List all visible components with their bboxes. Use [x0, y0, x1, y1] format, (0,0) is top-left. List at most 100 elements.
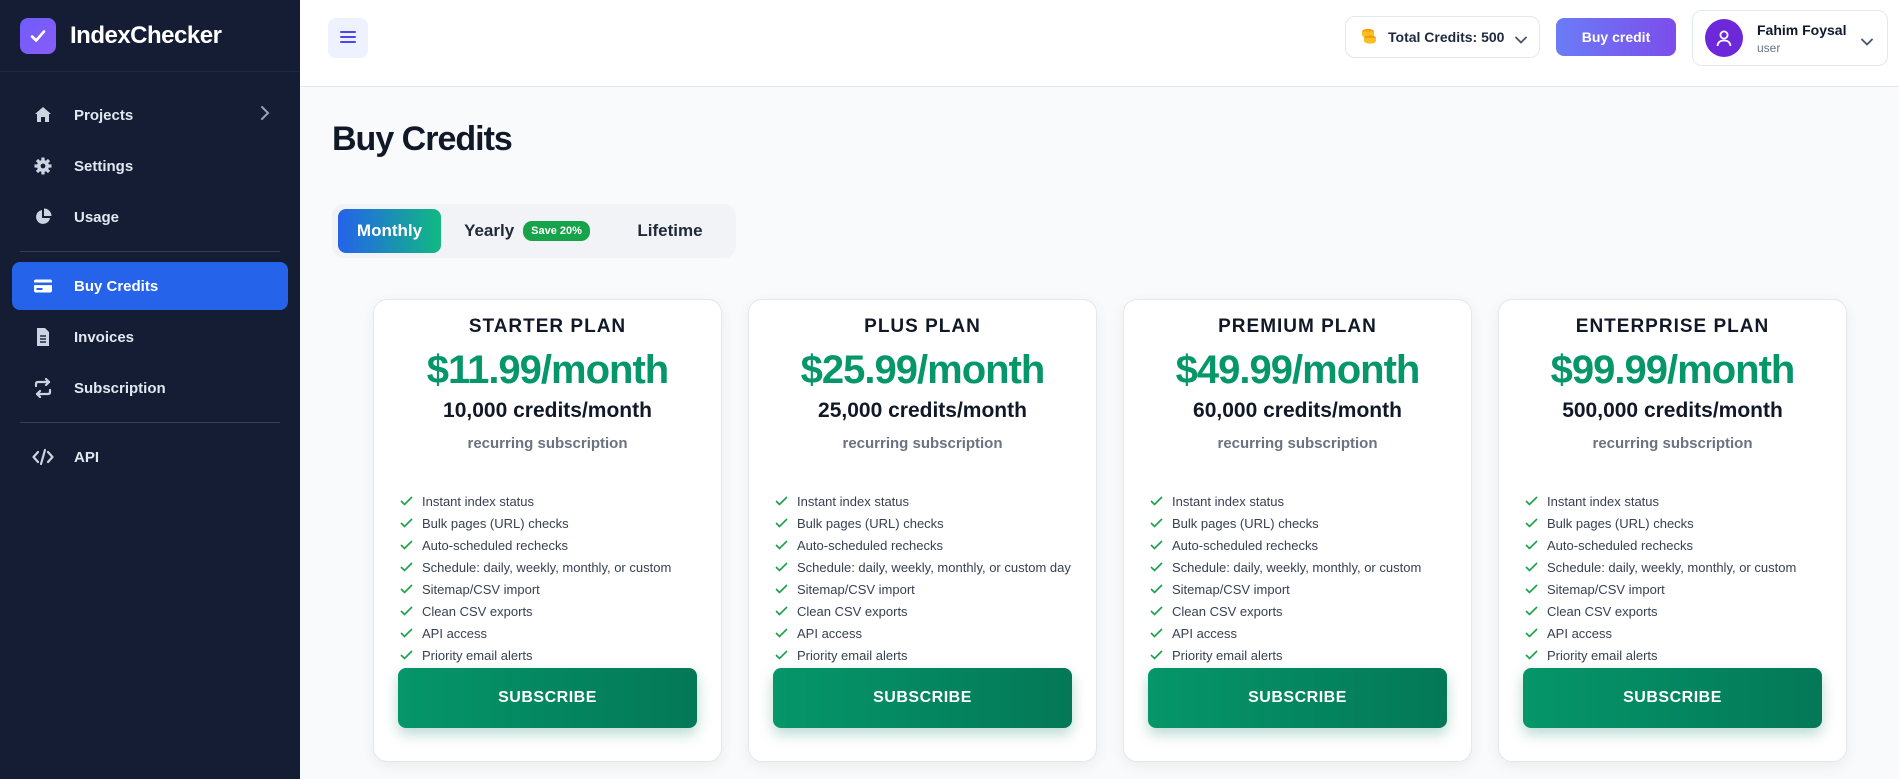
plan-billing: recurring subscription: [467, 435, 628, 452]
sidebar-item-api[interactable]: API: [12, 433, 288, 481]
tab-yearly[interactable]: Yearly Save 20%: [452, 209, 602, 253]
sidebar-item-usage[interactable]: Usage: [12, 193, 288, 241]
check-icon: [400, 517, 413, 530]
feature-item: Auto-scheduled rechecks: [1150, 534, 1471, 556]
sidebar-item-label: Buy Credits: [74, 277, 159, 295]
sidebar-item-invoices[interactable]: Invoices: [12, 313, 288, 361]
tab-lifetime[interactable]: Lifetime: [630, 209, 710, 253]
check-icon: [400, 649, 413, 662]
sidebar-item-projects[interactable]: Projects: [12, 91, 288, 139]
check-icon: [1150, 561, 1163, 574]
brand[interactable]: IndexChecker: [0, 0, 300, 72]
plan-name: ENTERPRISE PLAN: [1575, 316, 1770, 337]
feature-item: Priority email alerts: [1150, 644, 1471, 666]
sidebar-item-buy-credits[interactable]: Buy Credits: [12, 262, 288, 310]
nav-divider: [20, 251, 280, 252]
chevron-down-icon: [1861, 33, 1873, 51]
feature-item: API access: [1525, 622, 1846, 644]
sidebar-item-label: Usage: [74, 208, 120, 226]
feature-text: Auto-scheduled rechecks: [422, 537, 568, 553]
plan-name: PREMIUM PLAN: [1218, 316, 1377, 337]
feature-item: Bulk pages (URL) checks: [775, 512, 1096, 534]
plan-card-plus: PLUS PLAN $25.99/month 25,000 credits/mo…: [748, 299, 1097, 762]
feature-item: Priority email alerts: [775, 644, 1096, 666]
check-icon: [775, 605, 788, 618]
tab-label: Lifetime: [637, 221, 703, 240]
sidebar-item-settings[interactable]: Settings: [12, 142, 288, 190]
feature-item: Bulk pages (URL) checks: [1150, 512, 1471, 534]
check-icon: [1525, 517, 1538, 530]
credit-card-icon: [32, 275, 54, 297]
feature-text: Sitemap/CSV import: [1172, 581, 1290, 597]
top-bar: Total Credits: 500 Buy credit Fahim Foys…: [300, 0, 1899, 87]
feature-item: Clean CSV exports: [1525, 600, 1846, 622]
user-menu[interactable]: Fahim Foysal user: [1692, 10, 1888, 66]
check-icon: [1525, 605, 1538, 618]
sidebar: IndexChecker Projects Settings Usage Buy…: [0, 0, 300, 779]
feature-list: Instant index status Bulk pages (URL) ch…: [374, 490, 721, 666]
feature-text: Schedule: daily, weekly, monthly, or cus…: [422, 559, 672, 575]
feature-item: Sitemap/CSV import: [775, 578, 1096, 600]
home-icon: [32, 104, 54, 126]
sidebar-item-subscription[interactable]: Subscription: [12, 364, 288, 412]
gear-icon: [32, 155, 54, 177]
user-role: user: [1757, 40, 1781, 55]
feature-item: API access: [1150, 622, 1471, 644]
feature-item: Clean CSV exports: [400, 600, 721, 622]
feature-text: Bulk pages (URL) checks: [1547, 515, 1694, 531]
plan-billing: recurring subscription: [842, 435, 1003, 452]
plan-card-starter: STARTER PLAN $11.99/month 10,000 credits…: [373, 299, 722, 762]
check-icon: [1525, 561, 1538, 574]
sidebar-item-label: API: [74, 448, 100, 466]
nav-divider: [20, 422, 280, 423]
feature-text: Clean CSV exports: [797, 603, 908, 619]
tab-label: Monthly: [356, 221, 423, 240]
feature-item: Instant index status: [1525, 490, 1846, 512]
check-icon: [1150, 583, 1163, 596]
check-icon: [1525, 583, 1538, 596]
subscribe-button[interactable]: SUBSCRIBE: [398, 668, 697, 728]
feature-text: Instant index status: [422, 493, 535, 509]
subscribe-button[interactable]: SUBSCRIBE: [773, 668, 1072, 728]
feature-text: Priority email alerts: [1172, 647, 1283, 663]
user-name: Fahim Foysal: [1757, 21, 1847, 38]
sidebar-item-label: Subscription: [74, 379, 166, 397]
feature-text: Clean CSV exports: [1172, 603, 1283, 619]
feature-item: Schedule: daily, weekly, monthly, or cus…: [400, 556, 721, 578]
check-icon: [775, 627, 788, 640]
feature-text: Sitemap/CSV import: [422, 581, 540, 597]
page-title: Buy Credits: [332, 120, 513, 158]
feature-text: Schedule: daily, weekly, monthly, or cus…: [1172, 559, 1422, 575]
feature-text: Bulk pages (URL) checks: [422, 515, 569, 531]
sidebar-nav: Projects Settings Usage Buy Credits Invo…: [0, 72, 300, 481]
hamburger-menu-button[interactable]: [328, 18, 368, 58]
refresh-icon: [32, 377, 54, 399]
plan-credits: 60,000 credits/month: [1193, 399, 1402, 422]
feature-text: Instant index status: [1172, 493, 1285, 509]
plan-billing: recurring subscription: [1217, 435, 1378, 452]
plan-price: $49.99/month: [1175, 348, 1421, 392]
check-icon: [400, 627, 413, 640]
buy-credit-button[interactable]: Buy credit: [1556, 18, 1676, 56]
sidebar-item-label: Invoices: [74, 328, 135, 346]
feature-item: API access: [775, 622, 1096, 644]
tab-monthly[interactable]: Monthly: [338, 209, 441, 253]
chevron-right-icon: [260, 105, 270, 125]
total-credits-dropdown[interactable]: Total Credits: 500: [1345, 16, 1540, 58]
feature-item: Sitemap/CSV import: [1525, 578, 1846, 600]
sidebar-item-label: Settings: [74, 157, 134, 175]
check-icon: [775, 561, 788, 574]
feature-text: API access: [1547, 625, 1613, 641]
feature-text: Bulk pages (URL) checks: [1172, 515, 1319, 531]
app-name: IndexChecker: [70, 21, 222, 49]
feature-item: Instant index status: [1150, 490, 1471, 512]
subscribe-button[interactable]: SUBSCRIBE: [1523, 668, 1822, 728]
save-badge: Save 20%: [523, 221, 590, 241]
feature-item: Sitemap/CSV import: [1150, 578, 1471, 600]
plan-credits: 500,000 credits/month: [1562, 399, 1783, 422]
check-icon: [775, 583, 788, 596]
subscribe-button[interactable]: SUBSCRIBE: [1148, 668, 1447, 728]
feature-list: Instant index status Bulk pages (URL) ch…: [1124, 490, 1471, 666]
feature-text: Instant index status: [797, 493, 910, 509]
check-icon: [1525, 627, 1538, 640]
